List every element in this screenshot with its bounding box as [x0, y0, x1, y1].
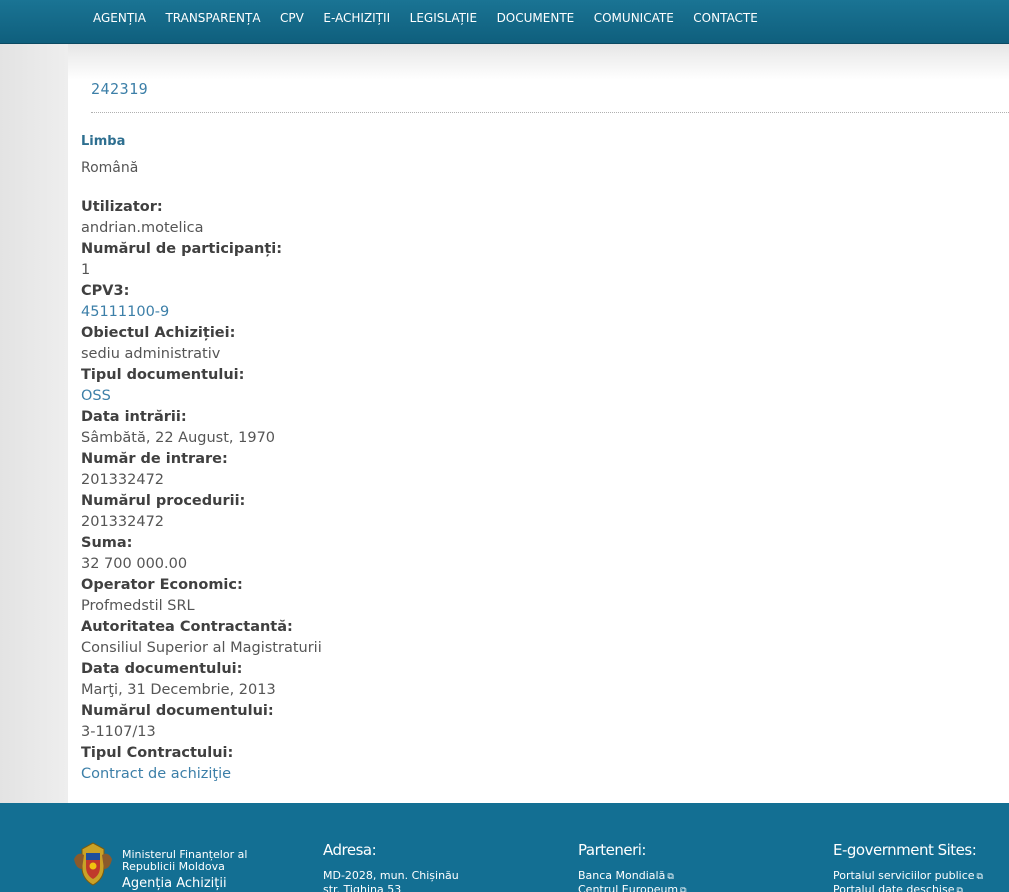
coat-of-arms-icon	[74, 842, 112, 886]
partner-link-2[interactable]: Centrul Europeum ⧉	[578, 883, 687, 892]
partner-2-label: Centrul Europeum	[578, 883, 679, 892]
data-intrarii-label: Data intrării:	[81, 409, 187, 425]
nav-item-legislatie[interactable]: LEGISLAȚIE	[410, 11, 477, 25]
left-rail	[0, 44, 68, 803]
external-link-icon: ⧉	[976, 872, 983, 882]
obiect-value: sediu administrativ	[81, 346, 221, 362]
tip-document-link[interactable]: OSS	[81, 386, 681, 407]
cpv-link[interactable]: 45111100-9	[81, 302, 681, 323]
numar-intrare-label: Număr de intrare:	[81, 451, 228, 467]
nav-item-cpv[interactable]: CPV	[280, 11, 304, 25]
nav-item-transparenta[interactable]: TRANSPARENȚA	[165, 11, 260, 25]
egov-1-label: Portalul serviciilor publice	[833, 869, 975, 882]
utilizator-value: andrian.motelica	[81, 220, 204, 236]
numar-procedura-value: 201332472	[81, 514, 165, 530]
autoritate-value: Consiliul Superior al Magistraturii	[81, 640, 322, 656]
data-intrarii-value: Sâmbătă, 22 August, 1970	[81, 430, 276, 446]
autoritate-label: Autoritatea Contractantă:	[81, 619, 293, 635]
numar-document-value: 3-1107/13	[81, 724, 156, 740]
language-value: Română	[81, 160, 139, 176]
egov-link-1[interactable]: Portalul serviciilor publice ⧉	[833, 869, 983, 882]
language-label: Limba	[81, 134, 126, 149]
partners-title: Parteneri:	[578, 841, 646, 859]
external-link-icon: ⧉	[956, 886, 963, 892]
egov-link-2[interactable]: Portalul date deschise ⧉	[833, 883, 963, 892]
footer: Ministerul Finanțelor al Republicii Mold…	[0, 803, 1009, 892]
address-line-1: MD-2028, mun. Chișinău	[323, 869, 459, 882]
address-title: Adresa:	[323, 841, 377, 859]
nav-menu: AGENȚIA TRANSPARENȚA CPV E-ACHIZIȚII LEG…	[93, 11, 777, 25]
nav-item-documente[interactable]: DOCUMENTE	[497, 11, 575, 25]
suma-label: Suma:	[81, 535, 133, 551]
nav-item-e-achizitii[interactable]: E-ACHIZIȚII	[323, 11, 390, 25]
cpv-label: CPV3:	[81, 283, 130, 299]
partner-link-1[interactable]: Banca Mondială ⧉	[578, 869, 674, 882]
utilizator-label: Utilizator:	[81, 199, 163, 215]
nav-item-agentia[interactable]: AGENȚIA	[93, 11, 146, 25]
numar-document-label: Numărul documentului:	[81, 703, 274, 719]
suma-value: 32 700 000.00	[81, 556, 188, 572]
participanti-value: 1	[81, 262, 91, 278]
nav-item-comunicate[interactable]: COMUNICATE	[594, 11, 674, 25]
egov-2-label: Portalul date deschise	[833, 883, 955, 892]
numar-procedura-label: Numărul procedurii:	[81, 493, 246, 509]
external-link-icon: ⧉	[680, 886, 687, 892]
document-id: 242319	[91, 80, 149, 98]
external-link-icon: ⧉	[667, 872, 674, 882]
agency-name[interactable]: Agenția Achiziții	[122, 876, 227, 891]
header-shadow	[68, 44, 1009, 80]
partner-1-label: Banca Mondială	[578, 869, 666, 882]
participanti-label: Numărul de participanți:	[81, 241, 283, 257]
egov-title: E-government Sites:	[833, 841, 977, 859]
operator-value: Profmedstil SRL	[81, 598, 195, 614]
divider	[91, 112, 1009, 113]
obiect-label: Obiectul Achiziției:	[81, 325, 236, 341]
data-document-value: Marţi, 31 Decembrie, 2013	[81, 682, 276, 698]
address-line-2: str. Tighina 53	[323, 883, 402, 892]
tip-document-label: Tipul documentului:	[81, 367, 245, 383]
tip-contract-label: Tipul Contractului:	[81, 745, 234, 761]
top-navigation: AGENȚIA TRANSPARENȚA CPV E-ACHIZIȚII LEG…	[0, 0, 1009, 44]
nav-item-contacte[interactable]: CONTACTE	[693, 11, 758, 25]
document-details: Utilizator: andrian.motelica Numărul de …	[81, 197, 681, 785]
tip-contract-link[interactable]: Contract de achiziţie	[81, 764, 681, 785]
operator-label: Operator Economic:	[81, 577, 243, 593]
ministry-name[interactable]: Ministerul Finanțelor al Republicii Mold…	[122, 849, 247, 873]
data-document-label: Data documentului:	[81, 661, 243, 677]
numar-intrare-value: 201332472	[81, 472, 165, 488]
ministry-line-2: Republicii Moldova	[122, 860, 225, 873]
